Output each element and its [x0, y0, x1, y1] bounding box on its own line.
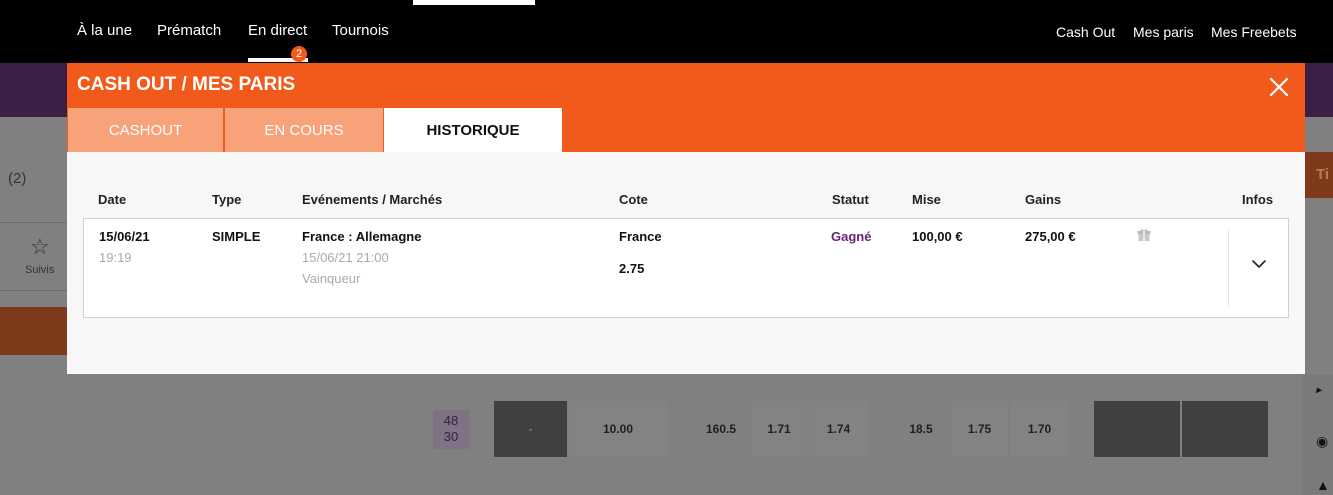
nav-tournois[interactable]: Tournois [332, 22, 389, 39]
bet-history-panel: Date Type Evénements / Marchés Cote Stat… [67, 152, 1305, 374]
nav-prematch[interactable]: Prématch [157, 22, 221, 39]
chevron-down-icon[interactable] [1251, 256, 1267, 272]
background-right-tab[interactable]: Ti [1305, 152, 1333, 198]
top-accent-line [413, 0, 535, 5]
bet-selection: France [619, 229, 662, 244]
background-orange-block [0, 307, 67, 355]
background-divider [0, 290, 67, 291]
live-score: 48 30 [433, 410, 469, 449]
live-icon[interactable]: ▸ [1316, 385, 1321, 396]
close-icon [1269, 77, 1289, 97]
status-badge: Gagné [831, 229, 872, 244]
nav-en-direct[interactable]: En direct [248, 22, 307, 39]
odd-button[interactable]: 10.00 [569, 401, 667, 457]
column-header-events: Evénements / Marchés [302, 192, 443, 207]
background-divider [0, 222, 67, 223]
nav-a-la-une[interactable]: À la une [77, 22, 132, 39]
bet-market: Vainqueur [302, 271, 361, 286]
bet-event-datetime: 15/06/21 21:00 [302, 250, 389, 265]
bet-type: SIMPLE [212, 229, 261, 244]
bet-row[interactable]: 15/06/21 19:19 SIMPLE France : Allemagne… [83, 218, 1289, 318]
odd-button[interactable]: 1.71 [751, 401, 807, 457]
bet-time: 19:19 [99, 250, 132, 265]
tab-en-cours[interactable]: EN COURS [225, 108, 383, 152]
right-side-strip: ▸ ◉ ▲ [1302, 375, 1333, 495]
background-count: (2) [8, 170, 27, 187]
bet-winnings: 275,00 € [1025, 229, 1076, 244]
score-home: 48 [443, 413, 459, 428]
bet-date: 15/06/21 [99, 229, 150, 244]
nav-cash-out[interactable]: Cash Out [1056, 24, 1115, 40]
eye-icon[interactable]: ◉ [1316, 433, 1328, 450]
column-header-winnings: Gains [1025, 192, 1062, 207]
row-divider [1228, 229, 1229, 307]
modal-title: CASH OUT / MES PARIS [77, 74, 296, 95]
odd-button[interactable]: 1.74 [809, 401, 868, 457]
close-button[interactable] [1267, 75, 1291, 99]
live-count-badge: 2 [291, 46, 307, 62]
modal-header: CASH OUT / MES PARIS CASHOUT EN COURS HI… [67, 63, 1305, 152]
odd-button-locked[interactable] [1182, 401, 1268, 457]
star-icon[interactable]: ☆ [30, 234, 50, 260]
score-away: 30 [443, 429, 459, 444]
odd-button-locked[interactable] [1094, 401, 1180, 457]
top-navigation-bar: À la une Prématch En direct Tournois 2 C… [0, 0, 1333, 63]
odd-button[interactable]: 1.70 [1010, 401, 1069, 457]
cashout-modal: CASH OUT / MES PARIS CASHOUT EN COURS HI… [67, 63, 1305, 374]
column-header-info: Infos [1242, 192, 1274, 207]
nav-mes-paris[interactable]: Mes paris [1133, 24, 1194, 40]
nav-mes-freebets[interactable]: Mes Freebets [1211, 24, 1297, 40]
column-header-odds: Cote [619, 192, 648, 207]
bet-odds: 2.75 [619, 261, 645, 276]
follow-label: Suivis [25, 264, 55, 276]
bet-event: France : Allemagne [302, 229, 422, 244]
flame-icon[interactable]: ▲ [1316, 477, 1330, 493]
column-header-status: Statut [832, 192, 869, 207]
tab-historique[interactable]: HISTORIQUE [384, 108, 562, 152]
odd-button[interactable]: - [494, 401, 567, 457]
odd-handicap: 160.5 [705, 422, 737, 436]
bet-stake: 100,00 € [912, 229, 963, 244]
tab-cashout[interactable]: CASHOUT [68, 108, 223, 152]
gift-icon [1137, 229, 1151, 241]
column-header-stake: Mise [912, 192, 941, 207]
column-header-date: Date [98, 192, 127, 207]
odd-handicap: 18.5 [909, 422, 933, 436]
column-header-type: Type [212, 192, 242, 207]
odd-button[interactable]: 1.75 [951, 401, 1008, 457]
